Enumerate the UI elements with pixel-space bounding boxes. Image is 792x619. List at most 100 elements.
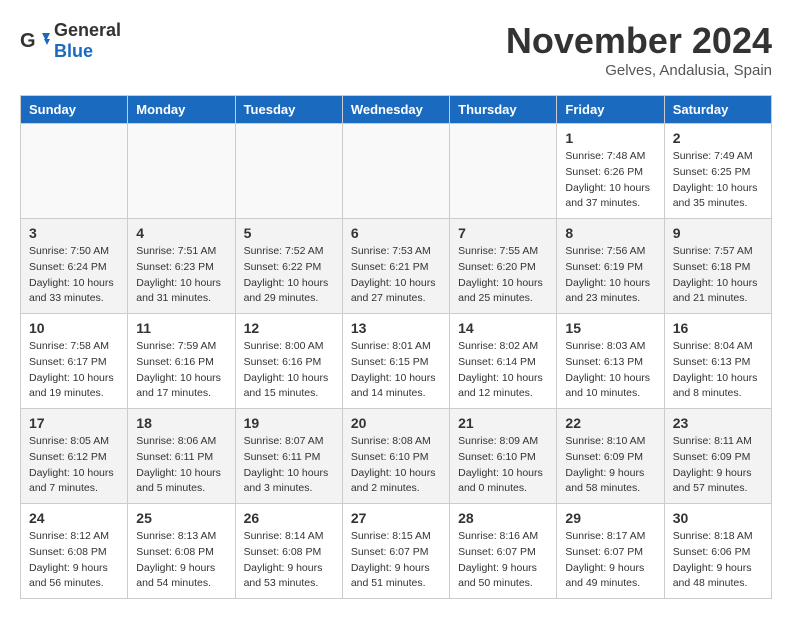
calendar-cell [21, 124, 128, 219]
header-wednesday: Wednesday [342, 96, 449, 124]
day-number: 13 [351, 320, 441, 336]
day-number: 3 [29, 225, 119, 241]
logo-wordmark: General Blue [54, 20, 121, 62]
day-number: 26 [244, 510, 334, 526]
calendar-cell: 5 Sunrise: 7:52 AMSunset: 6:22 PMDaylight… [235, 219, 342, 314]
day-number: 14 [458, 320, 548, 336]
day-number: 28 [458, 510, 548, 526]
header-thursday: Thursday [450, 96, 557, 124]
calendar-cell: 18Sunrise: 8:06 AMSunset: 6:11 PMDayligh… [128, 409, 235, 504]
location: Gelves, Andalusia, Spain [506, 62, 772, 79]
day-number: 4 [136, 225, 226, 241]
calendar-cell: 10 Sunrise: 7:58 AMSunset: 6:17 PMDayligh… [21, 314, 128, 409]
calendar-week-5: 24 Sunrise: 8:12 AMSunset: 6:08 PMDayligh… [21, 504, 772, 599]
logo-general: General [54, 20, 121, 40]
day-info: Sunrise: 8:10 AMSunset: 6:09 PMDaylight:… [565, 434, 655, 497]
calendar-week-4: 17 Sunrise: 8:05 AMSunset: 6:12 PMDayligh… [21, 409, 772, 504]
day-number: 19 [244, 415, 334, 431]
calendar-cell: 24 Sunrise: 8:12 AMSunset: 6:08 PMDayligh… [21, 504, 128, 599]
day-number: 12 [244, 320, 334, 336]
day-number: 22 [565, 415, 655, 431]
day-info: Sunrise: 8:03 AMSunset: 6:13 PMDaylight:… [565, 339, 655, 402]
calendar-cell: 1 Sunrise: 7:48 AMSunset: 6:26 PMDaylight… [557, 124, 664, 219]
calendar-cell: 27Sunrise: 8:15 AMSunset: 6:07 PMDayligh… [342, 504, 449, 599]
calendar-body: 1 Sunrise: 7:48 AMSunset: 6:26 PMDaylight… [21, 124, 772, 599]
day-number: 1 [565, 130, 655, 146]
day-number: 25 [136, 510, 226, 526]
calendar-cell: 29 Sunrise: 8:17 AMSunset: 6:07 PMDayligh… [557, 504, 664, 599]
logo: G General Blue [20, 20, 121, 62]
page-header: G General Blue November 2024 Gelves, And… [20, 20, 772, 79]
calendar-cell: 20 Sunrise: 8:08 AMSunset: 6:10 PMDayligh… [342, 409, 449, 504]
calendar-week-3: 10 Sunrise: 7:58 AMSunset: 6:17 PMDayligh… [21, 314, 772, 409]
calendar-cell: 25 Sunrise: 8:13 AMSunset: 6:08 PMDayligh… [128, 504, 235, 599]
calendar-cell: 30 Sunrise: 8:18 AMSunset: 6:06 PMDayligh… [664, 504, 771, 599]
calendar-cell: 4 Sunrise: 7:51 AMSunset: 6:23 PMDaylight… [128, 219, 235, 314]
svg-text:G: G [20, 30, 36, 52]
weekday-row: Sunday Monday Tuesday Wednesday Thursday… [21, 96, 772, 124]
month-title: November 2024 [506, 20, 772, 62]
day-info: Sunrise: 8:04 AMSunset: 6:13 PMDaylight:… [673, 339, 763, 402]
day-info: Sunrise: 8:17 AMSunset: 6:07 PMDaylight:… [565, 529, 655, 592]
day-number: 8 [565, 225, 655, 241]
day-info: Sunrise: 8:13 AMSunset: 6:08 PMDaylight:… [136, 529, 226, 592]
day-info: Sunrise: 8:12 AMSunset: 6:08 PMDaylight:… [29, 529, 119, 592]
calendar-cell [128, 124, 235, 219]
calendar-cell: 16 Sunrise: 8:04 AMSunset: 6:13 PMDayligh… [664, 314, 771, 409]
day-info: Sunrise: 7:52 AMSunset: 6:22 PMDaylight:… [244, 244, 334, 307]
day-info: Sunrise: 8:08 AMSunset: 6:10 PMDaylight:… [351, 434, 441, 497]
calendar-week-2: 3 Sunrise: 7:50 AMSunset: 6:24 PMDaylight… [21, 219, 772, 314]
day-number: 29 [565, 510, 655, 526]
day-info: Sunrise: 7:48 AMSunset: 6:26 PMDaylight:… [565, 149, 655, 212]
calendar-cell: 17 Sunrise: 8:05 AMSunset: 6:12 PMDayligh… [21, 409, 128, 504]
calendar-cell: 23Sunrise: 8:11 AMSunset: 6:09 PMDayligh… [664, 409, 771, 504]
calendar-cell: 7 Sunrise: 7:55 AMSunset: 6:20 PMDaylight… [450, 219, 557, 314]
day-number: 16 [673, 320, 763, 336]
day-info: Sunrise: 7:53 AMSunset: 6:21 PMDaylight:… [351, 244, 441, 307]
calendar-cell: 12 Sunrise: 8:00 AMSunset: 6:16 PMDayligh… [235, 314, 342, 409]
day-number: 23 [673, 415, 763, 431]
header-sunday: Sunday [21, 96, 128, 124]
calendar-table: Sunday Monday Tuesday Wednesday Thursday… [20, 95, 772, 599]
day-info: Sunrise: 7:55 AMSunset: 6:20 PMDaylight:… [458, 244, 548, 307]
day-info: Sunrise: 7:57 AMSunset: 6:18 PMDaylight:… [673, 244, 763, 307]
day-number: 27 [351, 510, 441, 526]
calendar-cell [342, 124, 449, 219]
day-info: Sunrise: 8:02 AMSunset: 6:14 PMDaylight:… [458, 339, 548, 402]
day-info: Sunrise: 7:58 AMSunset: 6:17 PMDaylight:… [29, 339, 119, 402]
day-info: Sunrise: 8:14 AMSunset: 6:08 PMDaylight:… [244, 529, 334, 592]
header-monday: Monday [128, 96, 235, 124]
day-number: 11 [136, 320, 226, 336]
day-info: Sunrise: 7:51 AMSunset: 6:23 PMDaylight:… [136, 244, 226, 307]
logo-blue: Blue [54, 41, 93, 61]
day-info: Sunrise: 7:56 AMSunset: 6:19 PMDaylight:… [565, 244, 655, 307]
calendar-cell: 11 Sunrise: 7:59 AMSunset: 6:16 PMDayligh… [128, 314, 235, 409]
day-number: 20 [351, 415, 441, 431]
day-info: Sunrise: 8:00 AMSunset: 6:16 PMDaylight:… [244, 339, 334, 402]
day-info: Sunrise: 8:05 AMSunset: 6:12 PMDaylight:… [29, 434, 119, 497]
calendar-cell: 15Sunrise: 8:03 AMSunset: 6:13 PMDayligh… [557, 314, 664, 409]
day-info: Sunrise: 8:06 AMSunset: 6:11 PMDaylight:… [136, 434, 226, 497]
calendar-header: Sunday Monday Tuesday Wednesday Thursday… [21, 96, 772, 124]
logo-icon: G [20, 29, 50, 53]
day-number: 5 [244, 225, 334, 241]
day-number: 17 [29, 415, 119, 431]
day-info: Sunrise: 7:50 AMSunset: 6:24 PMDaylight:… [29, 244, 119, 307]
day-number: 6 [351, 225, 441, 241]
day-number: 2 [673, 130, 763, 146]
day-info: Sunrise: 8:18 AMSunset: 6:06 PMDaylight:… [673, 529, 763, 592]
day-number: 10 [29, 320, 119, 336]
header-saturday: Saturday [664, 96, 771, 124]
day-number: 7 [458, 225, 548, 241]
calendar-cell: 8 Sunrise: 7:56 AMSunset: 6:19 PMDaylight… [557, 219, 664, 314]
calendar-cell: 19 Sunrise: 8:07 AMSunset: 6:11 PMDayligh… [235, 409, 342, 504]
day-number: 24 [29, 510, 119, 526]
day-info: Sunrise: 7:59 AMSunset: 6:16 PMDaylight:… [136, 339, 226, 402]
day-number: 30 [673, 510, 763, 526]
day-info: Sunrise: 8:07 AMSunset: 6:11 PMDaylight:… [244, 434, 334, 497]
day-number: 21 [458, 415, 548, 431]
calendar-cell: 13Sunrise: 8:01 AMSunset: 6:15 PMDayligh… [342, 314, 449, 409]
calendar-week-1: 1 Sunrise: 7:48 AMSunset: 6:26 PMDaylight… [21, 124, 772, 219]
calendar-cell [235, 124, 342, 219]
day-info: Sunrise: 8:16 AMSunset: 6:07 PMDaylight:… [458, 529, 548, 592]
